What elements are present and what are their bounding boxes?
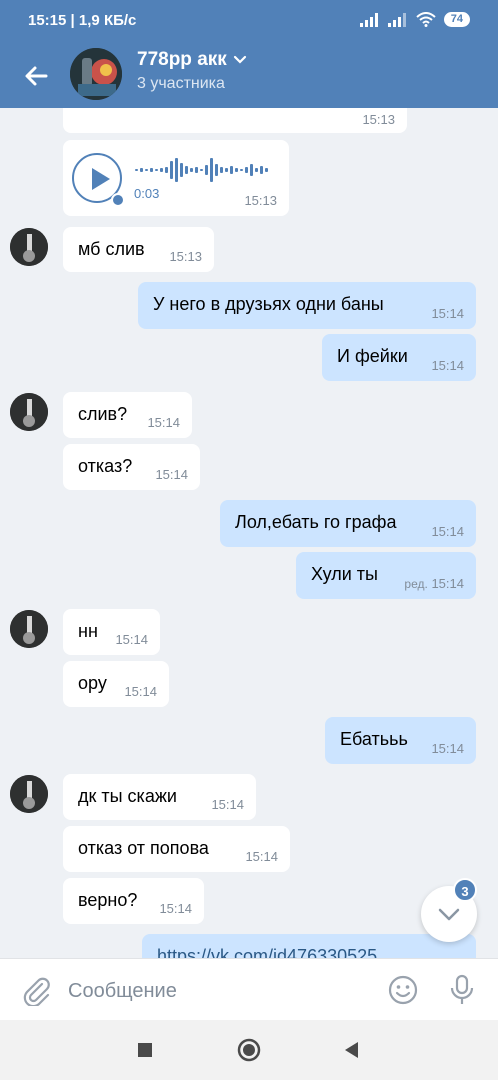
system-nav-bar — [0, 1020, 498, 1080]
message-time: 15:14 — [431, 741, 464, 756]
message-time: 15:14 — [245, 849, 278, 864]
message-bubble[interactable]: 15:13 — [63, 108, 407, 133]
message-bubble[interactable]: Ебатььь 15:14 — [325, 717, 476, 764]
message-bubble[interactable]: Лол,ебать го графа 15:14 — [220, 500, 476, 547]
message-input[interactable] — [66, 971, 370, 1011]
avatar-image — [10, 393, 48, 431]
message-bubble[interactable]: У него в друзьях одни баны 15:14 — [138, 282, 476, 329]
status-speed: 1,9 КБ/с — [78, 12, 137, 29]
message-time: 15:14 — [124, 684, 157, 699]
avatar-image — [10, 228, 48, 266]
message-time: 15:14 — [431, 306, 464, 321]
message-bubble[interactable]: И фейки 15:14 — [322, 334, 476, 381]
message-bubble[interactable]: отказ от попова 15:14 — [63, 826, 290, 872]
emoji-icon[interactable] — [387, 974, 419, 1006]
voice-duration: 0:03 — [134, 186, 160, 201]
progress-dot — [111, 193, 125, 207]
play-button[interactable] — [72, 153, 125, 207]
message-time: 15:13 — [362, 112, 395, 127]
message-bubble[interactable]: отказ? 15:14 — [63, 444, 200, 490]
message-time: 15:14 — [115, 632, 148, 647]
message-bubble[interactable]: Хули ты ред. 15:14 — [296, 552, 476, 599]
avatar-image — [70, 48, 122, 100]
attach-icon[interactable] — [20, 974, 52, 1006]
message-text: отказ? — [78, 456, 133, 476]
message-text: Лол,ебать го графа — [235, 512, 397, 532]
message-text: верно? — [78, 890, 138, 910]
message-time: 15:14 — [211, 797, 244, 812]
chat-header: 778pp акк 3 участника — [0, 44, 498, 108]
back-nav-icon[interactable] — [342, 1040, 360, 1060]
chat-subtitle: 3 участника — [137, 75, 225, 92]
message-link[interactable]: https://vk.com/id476330525 — [157, 946, 377, 958]
message-bubble[interactable]: мб слив 15:13 — [63, 227, 214, 272]
message-text: слив? — [78, 404, 128, 424]
sender-avatar[interactable] — [10, 393, 48, 431]
message-time: 15:14 — [431, 576, 464, 591]
message-bubble[interactable]: ору 15:14 — [63, 661, 169, 707]
message-text: ору — [78, 673, 107, 693]
message-text: У него в друзьях одни баны — [153, 294, 384, 314]
status-right: 74 — [359, 12, 470, 27]
message-bubble[interactable]: нн 15:14 — [63, 609, 160, 655]
back-arrow-icon[interactable] — [20, 60, 52, 92]
message-text: отказ от попова — [78, 838, 209, 858]
message-time: 15:13 — [244, 193, 277, 208]
message-text: И фейки — [337, 346, 408, 366]
mic-icon[interactable] — [446, 973, 478, 1007]
voice-message[interactable]: 0:03 15:13 — [63, 140, 289, 216]
message-text: дк ты скажи — [78, 786, 177, 806]
edited-label: ред. — [404, 577, 428, 591]
chevron-down-icon[interactable] — [233, 55, 247, 65]
message-time: 15:14 — [159, 901, 192, 916]
status-left: 15:15 | 1,9 КБ/с — [28, 12, 136, 29]
message-time: 15:14 — [147, 415, 180, 430]
message-text: нн — [78, 621, 98, 641]
sender-avatar[interactable] — [10, 775, 48, 813]
signal-icon — [359, 12, 378, 27]
signal-icon — [387, 12, 406, 27]
message-bubble[interactable]: верно? 15:14 — [63, 878, 204, 924]
message-time: 15:14 — [155, 467, 188, 482]
message-time: 15:14 — [431, 358, 464, 373]
voice-waveform[interactable] — [135, 158, 275, 182]
unread-badge: 3 — [453, 878, 477, 902]
avatar-image — [10, 610, 48, 648]
message-bubble[interactable]: слив? 15:14 — [63, 392, 192, 438]
message-time-edited: ред. 15:14 — [404, 576, 464, 591]
chat-title-text: 778pp акк — [137, 49, 227, 70]
message-text: мб слив — [78, 239, 145, 259]
play-icon — [92, 168, 110, 190]
wifi-icon — [416, 12, 436, 27]
sender-avatar[interactable] — [10, 610, 48, 648]
sender-avatar[interactable] — [10, 228, 48, 266]
message-bubble[interactable]: дк ты скажи 15:14 — [63, 774, 256, 820]
message-time: 15:14 — [431, 524, 464, 539]
message-time: 15:13 — [169, 249, 202, 264]
message-text: Хули ты — [311, 564, 378, 584]
chat-avatar[interactable] — [70, 48, 122, 100]
home-icon[interactable] — [237, 1038, 261, 1062]
status-bar: 15:15 | 1,9 КБ/с 74 — [0, 0, 498, 44]
battery-indicator: 74 — [443, 12, 470, 27]
message-list[interactable]: 15:13 0:03 15:13 мб слив 15:13 У него в … — [0, 108, 498, 958]
status-separator: | — [66, 12, 79, 29]
message-composer — [0, 958, 498, 1021]
status-time: 15:15 — [28, 12, 67, 29]
recents-icon[interactable] — [137, 1042, 153, 1058]
chat-title[interactable]: 778pp акк — [137, 49, 247, 71]
avatar-image — [10, 775, 48, 813]
message-text: Ебатььь — [340, 729, 408, 749]
